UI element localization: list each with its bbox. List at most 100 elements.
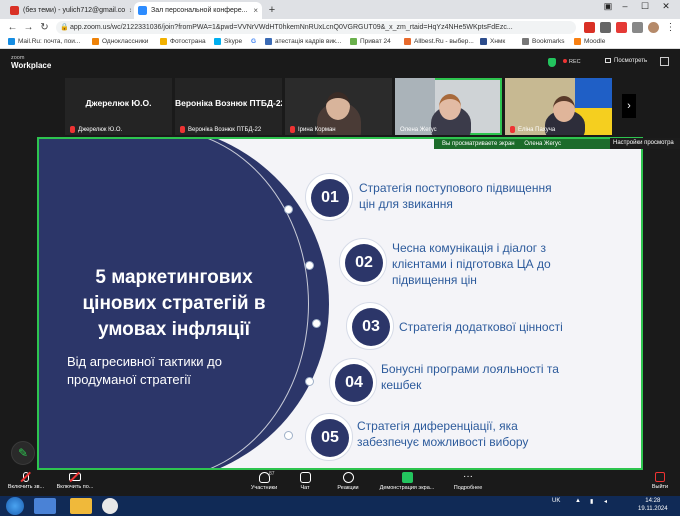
- timeline-node: [284, 205, 293, 214]
- bookmark-label: Одноклассники: [102, 38, 149, 45]
- minimize-icon[interactable]: –: [617, 1, 633, 11]
- shared-screen: 5 маркетингових цінових стратегій в умов…: [37, 137, 643, 470]
- video-label: Включить по...: [56, 484, 94, 490]
- reactions-icon: [342, 472, 354, 483]
- share-label: Демонстрация экра...: [379, 485, 435, 491]
- volume-icon[interactable]: ◂: [604, 498, 607, 505]
- share-screen-icon: [401, 472, 413, 483]
- forward-icon[interactable]: →: [22, 21, 35, 34]
- participants-icon: [258, 472, 270, 483]
- address-bar[interactable]: 🔒 app.zoom.us/wc/2122331036/join?fromPWA…: [56, 21, 576, 34]
- strategy-number-badge: 04: [329, 358, 377, 406]
- skype-icon: [214, 38, 221, 45]
- muted-mic-icon: [290, 126, 295, 133]
- participant-tile[interactable]: Ірина Корман: [285, 78, 392, 135]
- bookmark-item[interactable]: Skype: [214, 38, 242, 45]
- view-settings-button[interactable]: Настройки просмотра: [610, 138, 680, 149]
- bookmark-item[interactable]: Mail.Ru: почта, пои...: [8, 38, 80, 45]
- next-page-arrow[interactable]: ›: [622, 94, 636, 118]
- strategy-number-badge: 03: [346, 302, 394, 350]
- bookmark-icon: [8, 38, 15, 45]
- bookmark-icon: [160, 38, 167, 45]
- bookmark-item[interactable]: Фотострана: [160, 38, 206, 45]
- timeline-node: [305, 377, 314, 386]
- new-tab-button[interactable]: +: [265, 3, 279, 17]
- puzzle-icon[interactable]: [632, 22, 643, 33]
- explorer-icon[interactable]: [34, 498, 56, 514]
- back-icon[interactable]: ←: [6, 21, 19, 34]
- start-button[interactable]: [6, 497, 24, 515]
- address-row: ← → ↻ 🔒 app.zoom.us/wc/2122331036/join?f…: [0, 19, 680, 36]
- close-icon[interactable]: ×: [125, 6, 131, 15]
- reactions-button[interactable]: Реакции: [334, 472, 362, 491]
- bookmark-item[interactable]: Moodle: [574, 38, 605, 45]
- shield-icon[interactable]: [548, 58, 556, 67]
- participant-tile-active[interactable]: Олена Жегус: [395, 78, 502, 135]
- participant-face: [326, 92, 350, 120]
- participant-name: Еліна Пахуча: [510, 126, 555, 133]
- zoom-toolbar: Включить зв... Включить по... 87 Участни…: [0, 470, 680, 496]
- participant-tile[interactable]: Джерелюк Ю.О. Джерелюк Ю.О.: [65, 78, 172, 135]
- star-icon[interactable]: [600, 22, 611, 33]
- close-icon[interactable]: ×: [249, 6, 258, 15]
- bookmark-item[interactable]: атестація кадрів вик...: [265, 38, 341, 45]
- participants-button[interactable]: 87 Участники: [248, 471, 280, 491]
- extension-icon[interactable]: ▣: [600, 1, 616, 12]
- bookmark-icon: [350, 38, 357, 45]
- chrome-icon[interactable]: [102, 498, 118, 514]
- folder-icon[interactable]: [70, 498, 92, 514]
- profile-avatar[interactable]: [648, 22, 659, 33]
- participant-tile[interactable]: Вероніка Вознюк ПТБД-22 Вероніка Вознюк …: [175, 78, 282, 135]
- tab-gmail[interactable]: (без теми) - yulich712@gmail.co ×: [6, 2, 131, 19]
- bookmark-item[interactable]: Хнмк: [480, 38, 505, 45]
- recording-indicator[interactable]: REC: [563, 59, 581, 65]
- star-icon: [522, 38, 529, 45]
- tab-label: Зал персональной конфере...: [151, 7, 248, 14]
- close-window-icon[interactable]: ✕: [658, 1, 674, 12]
- leave-icon: [655, 472, 665, 482]
- bookmark-label: Приват 24: [360, 38, 391, 45]
- video-button[interactable]: Включить по...: [52, 471, 98, 490]
- share-screen-button[interactable]: Демонстрация экра...: [374, 472, 440, 491]
- clock[interactable]: 14:28 19.11.2024: [638, 497, 668, 513]
- view-icon: [605, 58, 611, 63]
- strategy-text: Стратегія диференціації, яка забезпечує …: [357, 419, 529, 449]
- view-button[interactable]: Посмотреть: [605, 58, 647, 64]
- google-icon: G: [251, 38, 257, 45]
- bookmark-item[interactable]: G: [251, 38, 256, 45]
- mute-button[interactable]: Включить зв...: [4, 471, 48, 490]
- strategy-number-badge: 05: [305, 413, 353, 461]
- bookmark-label: Moodle: [584, 38, 606, 45]
- language-indicator[interactable]: UK: [552, 498, 560, 504]
- fullscreen-icon[interactable]: [660, 57, 669, 66]
- bookmark-label: Skype: [224, 38, 243, 45]
- bookmark-label: Bookmarks: [532, 38, 565, 45]
- participant-tile[interactable]: Еліна Пахуча: [505, 78, 612, 135]
- leave-button[interactable]: Выйти: [648, 472, 672, 490]
- extension-icon[interactable]: [584, 22, 595, 33]
- chat-button[interactable]: Чат: [296, 472, 314, 491]
- bookmark-item[interactable]: Одноклассники: [92, 38, 148, 45]
- tab-label: (без теми) - yulich712@gmail.co: [23, 7, 126, 14]
- extension-icon[interactable]: [616, 22, 627, 33]
- windows-taskbar: UK ▲ ▮ ◂ 14:28 19.11.2024: [0, 496, 680, 516]
- maximize-icon[interactable]: ☐: [637, 1, 653, 12]
- menu-icon[interactable]: ⋮: [664, 21, 677, 34]
- strategy-text: Стратегія додаткової цінності: [399, 320, 563, 334]
- annotate-pencil-icon[interactable]: ✎: [11, 441, 35, 465]
- reload-icon[interactable]: ↻: [38, 21, 51, 34]
- bookmark-item[interactable]: Bookmarks: [522, 38, 565, 45]
- slide-title: 5 маркетингових цінових стратегій в умов…: [82, 267, 266, 340]
- network-icon[interactable]: ▮: [590, 498, 593, 505]
- more-button[interactable]: ··· Подробнее: [450, 472, 486, 492]
- muted-mic-icon: [180, 126, 185, 133]
- lock-icon: 🔒: [60, 24, 69, 31]
- bookmark-item[interactable]: Приват 24: [350, 38, 391, 45]
- timeline-node: [305, 261, 314, 270]
- bookmark-item[interactable]: Allbest.Ru - выбер...: [404, 38, 474, 45]
- tray-arrow-icon[interactable]: ▲: [575, 498, 581, 504]
- bookmark-icon: [265, 38, 272, 45]
- bookmark-icon: [92, 38, 99, 45]
- chat-icon: [299, 472, 311, 483]
- tab-zoom[interactable]: Зал персональной конфере... ×: [134, 2, 262, 19]
